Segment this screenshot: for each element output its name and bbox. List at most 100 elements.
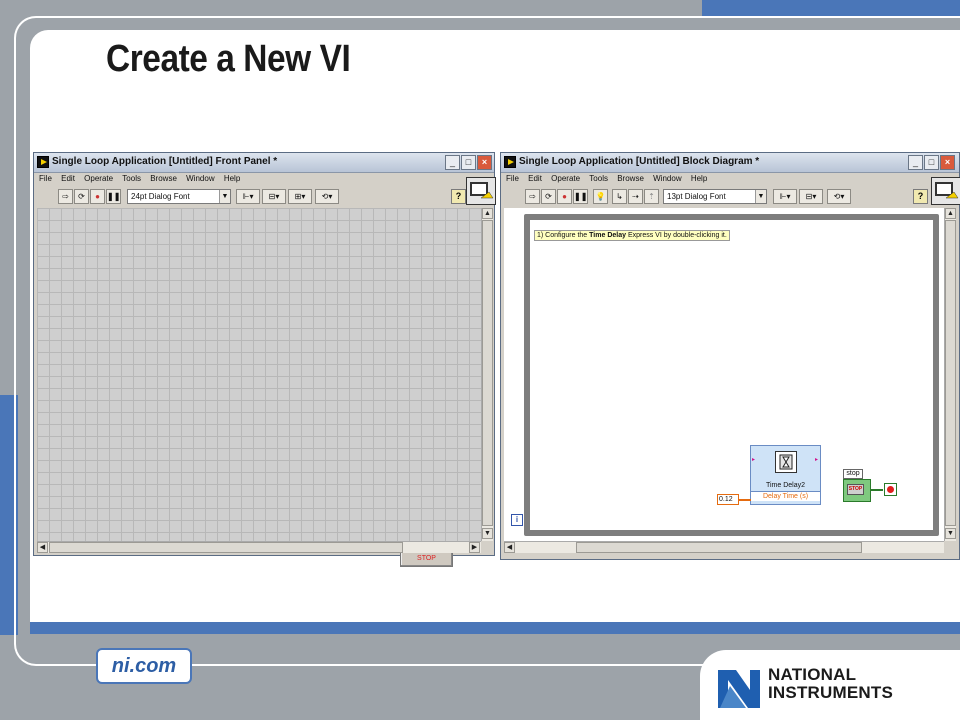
stop-terminal-icon: STOP [847, 484, 864, 495]
labview-app-icon [504, 156, 516, 168]
hourglass-icon [775, 451, 797, 473]
scroll-up-arrow-icon[interactable]: ▲ [945, 208, 956, 219]
menu-tools[interactable]: Tools [122, 174, 141, 183]
vi-connector-icon [935, 182, 959, 199]
help-icon[interactable]: ? [913, 189, 928, 204]
align-icon[interactable]: ⊩▾ [773, 189, 797, 204]
iteration-terminal[interactable]: i [511, 514, 523, 526]
stop-terminal[interactable]: STOP [843, 479, 871, 502]
retain-icon[interactable]: ↳ [612, 189, 627, 204]
run-arrow-icon[interactable]: ⇨ [525, 189, 540, 204]
block-diagram-canvas[interactable]: 1) Configure the Time Delay Express VI b… [504, 208, 944, 541]
font-select-value: 24pt Dialog Font [131, 192, 190, 201]
pause-icon[interactable]: ❚❚ [106, 189, 121, 204]
block-diagram-titlebar[interactable]: Single Loop Application [Untitled] Block… [501, 153, 959, 173]
maximize-button[interactable]: □ [461, 155, 476, 170]
front-panel-toolbar: ⇨ ⟳ ● ❚❚ 24pt Dialog Font ▼ ⊩▾ ⊟▾ ⊞▾ ⟲▾ … [34, 188, 494, 206]
run-continuous-icon[interactable]: ⟳ [74, 189, 89, 204]
chevron-down-icon: ▼ [755, 190, 766, 203]
block-diagram-window: Single Loop Application [Untitled] Block… [500, 152, 960, 560]
time-delay-node[interactable]: ▸ ▸ Time Delay2 Delay Time (s) [750, 445, 821, 505]
delay-time-terminal[interactable]: Delay Time (s) [751, 491, 820, 501]
minimize-button[interactable]: _ [908, 155, 923, 170]
close-button[interactable]: × [477, 155, 492, 170]
block-diagram-toolbar: ⇨ ⟳ ● ❚❚ 💡 ↳ ⇢ ⇡ 13pt Dialog Font ▼ ⊩▾ ⊟… [501, 188, 959, 206]
time-delay-label: Time Delay2 [765, 482, 806, 489]
abort-icon[interactable]: ● [557, 189, 572, 204]
scroll-left-arrow-icon[interactable]: ◀ [504, 542, 515, 553]
menu-window[interactable]: Window [653, 174, 681, 183]
font-select[interactable]: 13pt Dialog Font ▼ [663, 189, 767, 204]
vertical-scrollbar[interactable]: ▲ ▼ [944, 208, 956, 541]
scroll-thumb[interactable] [945, 220, 956, 526]
loop-condition-icon[interactable] [884, 483, 897, 496]
front-panel-title: Single Loop Application [Untitled] Front… [52, 156, 278, 167]
chevron-down-icon: ▼ [219, 190, 230, 203]
menu-edit[interactable]: Edit [61, 174, 75, 183]
front-panel-titlebar[interactable]: Single Loop Application [Untitled] Front… [34, 153, 494, 173]
scroll-right-arrow-icon[interactable]: ▶ [469, 542, 480, 553]
reorder-icon[interactable]: ⟲▾ [827, 189, 851, 204]
national-instruments-wordmark: NATIONAL INSTRUMENTS [768, 666, 893, 702]
menu-edit[interactable]: Edit [528, 174, 542, 183]
run-continuous-icon[interactable]: ⟳ [541, 189, 556, 204]
slide-title: Create a New VI [106, 38, 351, 80]
menu-browse[interactable]: Browse [617, 174, 644, 183]
run-arrow-icon[interactable]: ⇨ [58, 189, 73, 204]
menu-file[interactable]: File [506, 174, 519, 183]
numeric-constant[interactable]: 0.12 [717, 494, 739, 505]
horizontal-scrollbar[interactable]: ◀ [504, 541, 944, 553]
distribute-icon[interactable]: ⊟▾ [799, 189, 823, 204]
close-button[interactable]: × [940, 155, 955, 170]
resize-icon[interactable]: ⊞▾ [288, 189, 312, 204]
menu-help[interactable]: Help [224, 174, 240, 183]
menu-operate[interactable]: Operate [551, 174, 580, 183]
pause-icon[interactable]: ❚❚ [573, 189, 588, 204]
ni-com-text: ni.com [111, 655, 177, 677]
orange-wire [739, 499, 751, 501]
step-icon[interactable]: ⇢ [628, 189, 643, 204]
output-terminal-dot: ▸ [814, 457, 818, 463]
scroll-down-arrow-icon[interactable]: ▼ [945, 528, 956, 539]
menu-window[interactable]: Window [186, 174, 214, 183]
reorder-icon[interactable]: ⟲▾ [315, 189, 339, 204]
menu-browse[interactable]: Browse [150, 174, 177, 183]
scroll-down-arrow-icon[interactable]: ▼ [482, 528, 493, 539]
front-panel-canvas[interactable]: STOP [37, 208, 481, 567]
distribute-icon[interactable]: ⊟▾ [262, 189, 286, 204]
step-out-icon[interactable]: ⇡ [644, 189, 659, 204]
menu-file[interactable]: File [39, 174, 52, 183]
ni-eagle-icon [718, 670, 760, 708]
while-loop[interactable] [524, 214, 939, 536]
font-select-value: 13pt Dialog Font [667, 192, 726, 201]
vi-icon[interactable] [931, 177, 960, 205]
ni-com-badge[interactable]: ni.com [96, 648, 192, 684]
labview-app-icon [37, 156, 49, 168]
highlight-icon[interactable]: 💡 [593, 189, 608, 204]
vi-icon[interactable] [466, 177, 496, 205]
horizontal-scrollbar[interactable]: ◀ ▶ [37, 541, 481, 553]
help-icon[interactable]: ? [451, 189, 466, 204]
scroll-thumb[interactable] [49, 542, 403, 553]
scroll-thumb[interactable] [482, 220, 493, 526]
font-select[interactable]: 24pt Dialog Font ▼ [127, 189, 231, 204]
front-panel-window: Single Loop Application [Untitled] Front… [33, 152, 496, 567]
menu-help[interactable]: Help [691, 174, 707, 183]
menu-tools[interactable]: Tools [589, 174, 608, 183]
stop-terminal-label: stop [843, 469, 863, 479]
scroll-thumb[interactable] [576, 542, 862, 553]
comment-label[interactable]: 1) Configure the Time Delay Express VI b… [534, 230, 730, 241]
scroll-left-arrow-icon[interactable]: ◀ [37, 542, 48, 553]
maximize-button[interactable]: □ [924, 155, 939, 170]
block-diagram-menubar: File Edit Operate Tools Browse Window He… [501, 174, 709, 187]
minimize-button[interactable]: _ [445, 155, 460, 170]
vi-connector-icon [470, 182, 494, 199]
abort-icon[interactable]: ● [90, 189, 105, 204]
menu-operate[interactable]: Operate [84, 174, 113, 183]
scroll-up-arrow-icon[interactable]: ▲ [482, 208, 493, 219]
logo-line-2: INSTRUMENTS [768, 683, 893, 702]
front-panel-menubar: File Edit Operate Tools Browse Window He… [34, 174, 242, 187]
vertical-scrollbar[interactable]: ▲ ▼ [481, 208, 493, 541]
block-diagram-title: Single Loop Application [Untitled] Block… [519, 156, 760, 167]
align-icon[interactable]: ⊩▾ [236, 189, 260, 204]
